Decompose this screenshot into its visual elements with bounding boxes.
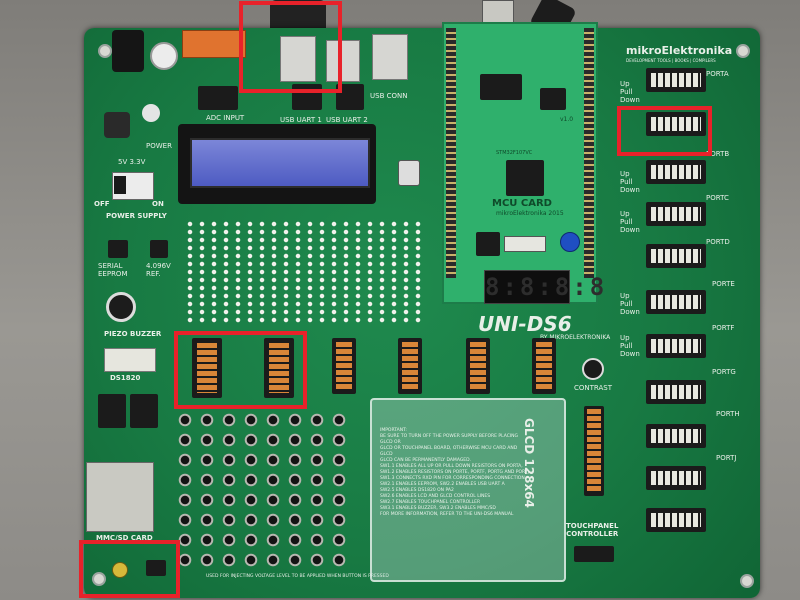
port-d-dip-switch[interactable] [646,202,706,226]
usb-uart2-label: USB UART 2 [326,116,368,124]
dip-switch[interactable] [532,338,556,394]
contrast-potentiometer[interactable] [582,358,604,380]
pull-up-down-label: Up Pull Down [620,292,640,316]
ic-chip [130,394,158,428]
piezo-buzzer [106,292,136,322]
mcu-chip-label: STM32F107VC [496,150,533,156]
power-jack[interactable] [112,30,144,72]
mcu-chip [506,160,544,196]
brand-subtitle: DEVELOPMENT TOOLS | BOOKS | COMPILERS [626,58,716,63]
mcu-card-version: v1.0 [560,116,574,123]
bottom-note: USED FOR INJECTING VOLTAGE LEVEL TO BE A… [206,574,389,579]
seven-segment-display: 8:8:8:8 [484,270,608,304]
pull-up-down-label: Up Pull Down [620,210,640,234]
mounting-hole [98,44,112,58]
serial-eeprom-label: SERIAL EEPROM [98,262,128,278]
port-label: PORTA [706,70,729,78]
port-a-dip-switch[interactable] [646,68,706,92]
seven-segment-digits: 8:8:8:8 [485,273,608,301]
touchpanel-chip [574,546,614,562]
screw-terminal[interactable] [182,30,246,58]
glcd-instructions: IMPORTANT: BE SURE TO TURN OFF THE POWER… [380,428,530,518]
port-h-dip-switch[interactable] [646,380,706,404]
power-label: POWER [146,142,172,150]
power-switch-lever[interactable] [114,176,126,194]
usb-conn-label: USB CONN [370,92,408,100]
contrast-label: CONTRAST [574,384,612,392]
piezo-buzzer-label: PIEZO BUZZER [104,330,162,338]
port-g-dip-switch[interactable] [646,334,706,358]
ds1820-label: DS1820 [110,374,141,382]
eeprom-chip [108,240,128,258]
adc-input-label: ADC INPUT [206,114,245,122]
led-array [184,220,422,324]
ref-chip [150,240,168,258]
off-label: OFF [94,200,110,208]
ic-chip [540,88,566,110]
brand-logo: mikroElektronika [626,44,733,57]
glcd-text-line: GLCD OR TOUCHPANEL BOARD, OTHERWISE MCU … [380,446,518,457]
ds1820-socket [104,348,156,372]
port-label: PORTH [716,410,740,418]
port-c-dip-switch[interactable] [646,160,706,184]
button-dip-switch[interactable] [332,338,356,394]
mounting-hole [736,44,750,58]
mcu-card-title: MCU CARD [492,198,552,209]
port-label: PORTC [706,194,729,202]
mmc-sd-card-slot[interactable] [86,462,154,532]
port-e-dip-switch[interactable] [646,244,706,268]
port-b-dip-switch-highlight [617,106,712,156]
port-label: PORTG [712,368,736,376]
reference-label: 4.096V REF. [146,262,171,278]
power-supply-label: POWER SUPPLY [106,212,167,220]
ic-chip [198,86,238,110]
mcu-card-brand: mikroElektronika 2015 [496,210,564,217]
inductor [104,112,130,138]
capacitor [150,42,178,70]
glcd-text-line: FOR MORE INFORMATION, REFER TO THE UNI-D… [380,512,514,517]
lcd-screen [190,138,370,188]
port-label: PORTD [706,238,730,246]
push-button-matrix[interactable] [174,410,350,570]
led-dip-switch-highlight [174,331,307,409]
dip-switch[interactable] [466,338,490,394]
board-name: UNI-DS6 [478,312,572,336]
pull-up-down-label: Up Pull Down [620,80,640,104]
mounting-hole [740,574,754,588]
port-l-dip-switch[interactable] [646,508,706,532]
on-label: ON [152,200,164,208]
mcu-dip-switch[interactable] [504,236,546,252]
dip-switch[interactable] [398,338,422,394]
port-label: PORTJ [716,454,737,462]
mcu-card-header-right [584,28,594,278]
port-label: PORTE [712,280,735,288]
glcd-text-line: BE SURE TO TURN OFF THE POWER SUPPLY BEF… [380,434,519,445]
reset-button[interactable] [398,160,420,186]
mmc-card-button-highlight [79,540,180,598]
ic-chip [98,394,126,428]
port-label: PORTF [712,324,735,332]
reset-potentiometer[interactable] [560,232,580,252]
port-j-dip-switch[interactable] [646,424,706,448]
ic-chip [480,74,522,100]
capacitor [142,104,160,122]
port-k-dip-switch[interactable] [646,466,706,490]
pull-up-down-label: Up Pull Down [620,170,640,194]
port-f-dip-switch[interactable] [646,290,706,314]
dip-switch[interactable] [584,406,604,496]
usb-uart-connector-highlight [239,1,342,93]
mcu-card-header-left [446,28,456,278]
usb-uart1-label: USB UART 1 [280,116,322,124]
pull-up-down-label: Up Pull Down [620,334,640,358]
usb-conn-connector[interactable] [372,34,408,80]
ic-chip [476,232,500,256]
supply-voltage-label: 5V 3.3V [118,158,146,166]
touchpanel-controller-label: TOUCHPANEL CONTROLLER [566,522,619,538]
